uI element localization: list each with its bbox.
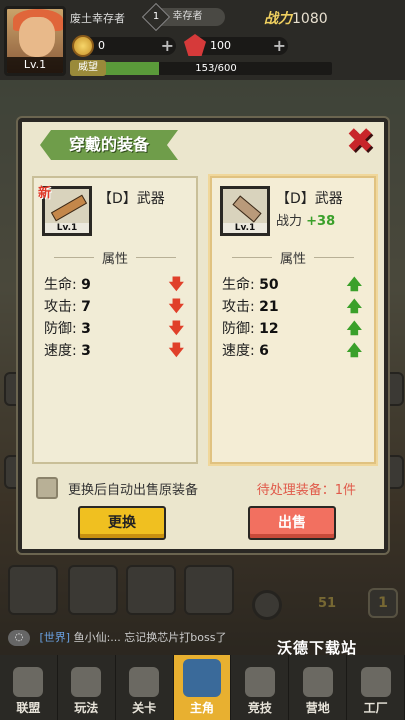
equipment-modal: 穿戴的装备 ✖ 新 Lv.1 【D】武器 属性 生命: 9 🡇 攻击: 7 🡇 防御… xyxy=(18,118,388,553)
equipment-slot[interactable]: Lv.1 xyxy=(220,186,270,236)
hero-icon xyxy=(183,659,221,697)
avatar-face xyxy=(19,17,55,57)
attributes-title: 属性 xyxy=(212,248,374,267)
gem-icon xyxy=(184,34,206,56)
current-equipment-card[interactable]: 新 Lv.1 【D】武器 属性 生命: 9 🡇 攻击: 7 🡇 防御: 3 🡇 速度:… xyxy=(32,176,198,464)
prestige-label: 威望 xyxy=(70,60,106,76)
equipment-name: 【D】武器 xyxy=(276,191,343,207)
modal-title: 穿戴的装备 xyxy=(68,135,149,154)
stat-row: 攻击: 21 🡅 xyxy=(222,296,368,316)
stat-row: 防御: 12 🡅 xyxy=(222,318,368,338)
attributes-title: 属性 xyxy=(34,248,196,267)
nav-factory[interactable]: 工厂 xyxy=(347,655,405,720)
factory-icon xyxy=(360,667,391,697)
player-name: 废土幸存者 xyxy=(70,12,125,25)
rank-badge[interactable]: 1 幸存者 xyxy=(141,2,225,32)
coin-amount: 0 xyxy=(98,39,105,52)
stat-row: 速度: 6 🡅 xyxy=(222,340,368,360)
camp-icon xyxy=(302,667,333,697)
equipment-level: Lv.1 xyxy=(45,223,89,233)
gem-amount: 100 xyxy=(210,39,231,52)
power-display: 战力1080 xyxy=(264,8,328,28)
stat-row: 生命: 9 🡇 xyxy=(44,274,190,294)
arrow-up-icon: 🡅 xyxy=(346,341,362,359)
add-coin-icon[interactable]: + xyxy=(161,37,174,55)
nav-alliance[interactable]: 联盟 xyxy=(0,655,58,720)
nav-gameplay[interactable]: 玩法 xyxy=(58,655,116,720)
gem-bar[interactable]: 100 + xyxy=(184,34,288,56)
gameplay-icon xyxy=(71,667,102,697)
add-gem-icon[interactable]: + xyxy=(273,37,286,55)
power-value: 1080 xyxy=(292,11,328,27)
prestige-text: 153/600 xyxy=(195,63,237,74)
stage-icon xyxy=(129,667,160,697)
replace-button[interactable]: 更换 xyxy=(78,506,166,540)
nav-stage[interactable]: 关卡 xyxy=(116,655,174,720)
power-label: 战力 xyxy=(264,11,292,27)
stat-row: 防御: 3 🡇 xyxy=(44,318,190,338)
nav-arena[interactable]: 竞技 xyxy=(231,655,290,720)
pending-equipment-label[interactable]: 待处理装备：1件 xyxy=(257,479,356,498)
equipment-level: Lv.1 xyxy=(223,223,267,233)
arena-icon xyxy=(244,667,275,697)
chat-channel: [世界] xyxy=(39,631,71,644)
bottom-nav: 联盟 玩法 关卡 主角 竞技 营地 工厂 xyxy=(0,655,405,720)
sell-button[interactable]: 出售 xyxy=(248,506,336,540)
chat-message: 鱼小仙:... 忘记换芯片打boss了 xyxy=(73,631,227,644)
auto-sell-checkbox[interactable] xyxy=(36,477,58,499)
player-level: Lv.1 xyxy=(7,57,63,73)
power-change: 战力 +38 xyxy=(276,214,336,229)
blade-icon xyxy=(232,195,262,223)
stat-row: 速度: 3 🡇 xyxy=(44,340,190,360)
close-icon[interactable]: ✖ xyxy=(344,124,376,158)
modal-title-banner: 穿戴的装备 xyxy=(40,130,178,160)
coin-icon xyxy=(72,35,94,57)
top-hud: Lv.1 废土幸存者 1 幸存者 战力1080 0 + 100 + 威望 153… xyxy=(0,0,405,80)
arrow-down-icon: 🡇 xyxy=(168,341,184,359)
chat-icon[interactable]: ◌ xyxy=(8,630,30,646)
alliance-icon xyxy=(13,667,44,697)
rank-number: 1 xyxy=(141,2,171,32)
auto-sell-label: 更换后自动出售原装备 xyxy=(68,483,199,498)
power-delta: +38 xyxy=(306,214,336,229)
rank-label: 幸存者 xyxy=(172,11,203,22)
gun-icon xyxy=(50,194,88,222)
coin-bar[interactable]: 0 + xyxy=(72,35,176,57)
nav-camp[interactable]: 营地 xyxy=(289,655,348,720)
prestige-bar: 153/600 xyxy=(100,62,332,75)
equipment-name: 【D】武器 xyxy=(98,191,165,207)
nav-hero[interactable]: 主角 xyxy=(173,655,232,720)
new-tag: 新 xyxy=(38,186,52,201)
stat-row: 攻击: 7 🡇 xyxy=(44,296,190,316)
stat-row: 生命: 50 🡅 xyxy=(222,274,368,294)
new-equipment-card[interactable]: Lv.1 【D】武器 战力 +38 属性 生命: 50 🡅 攻击: 21 🡅 防御:… xyxy=(210,176,376,464)
avatar[interactable]: Lv.1 xyxy=(4,6,66,76)
